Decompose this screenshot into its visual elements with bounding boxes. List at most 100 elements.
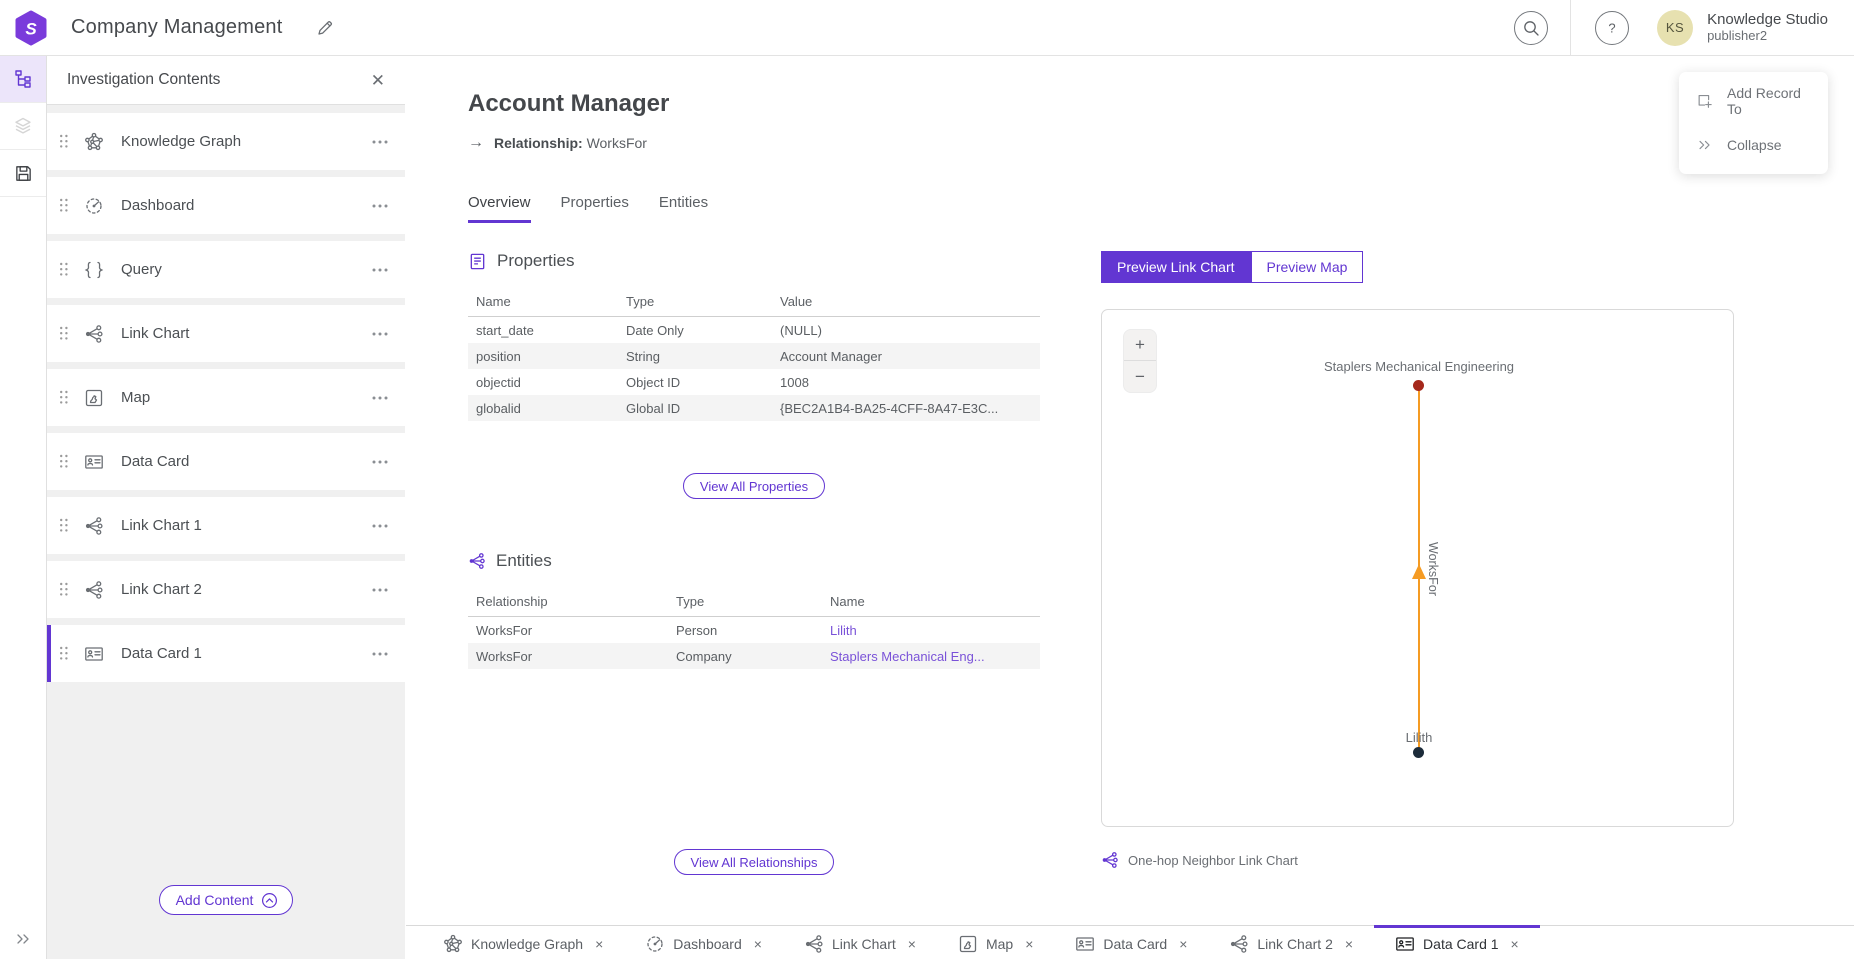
drag-handle-icon[interactable] [59, 582, 69, 597]
close-tab-icon[interactable]: × [908, 936, 916, 952]
drag-handle-icon[interactable] [59, 262, 69, 277]
header-actions: ? KS Knowledge Studio publisher2 [1514, 0, 1854, 55]
bottom-tab-data-card[interactable]: Data Card× [1054, 925, 1208, 959]
close-tab-icon[interactable]: × [595, 936, 603, 952]
tab-overview[interactable]: Overview [468, 194, 531, 223]
avatar[interactable]: KS [1657, 10, 1693, 46]
sidebar-item-link-chart[interactable]: Link Chart [47, 305, 405, 362]
toggle-preview-map[interactable]: Preview Map [1251, 251, 1364, 283]
menu-item-add-record-to[interactable]: Add Record To [1679, 79, 1828, 123]
sidebar-item-query[interactable]: Query [47, 241, 405, 298]
zoom-out-button[interactable]: − [1124, 361, 1156, 392]
page-title: Account Manager [468, 90, 1854, 118]
item-menu-icon[interactable] [369, 135, 391, 149]
properties-section-header: Properties [468, 251, 1048, 271]
drag-handle-icon[interactable] [59, 646, 69, 661]
entity-name-link[interactable]: Lilith [830, 623, 1032, 638]
menu-item-collapse[interactable]: Collapse [1679, 123, 1828, 167]
sidebar-item-label: Map [121, 389, 150, 406]
bottom-tab-label: Dashboard [673, 936, 742, 952]
search-button[interactable] [1514, 11, 1548, 45]
close-tab-icon[interactable]: × [1179, 936, 1187, 952]
view-all-properties-button[interactable]: View All Properties [683, 473, 825, 499]
sidebar-item-map[interactable]: Map [47, 369, 405, 426]
toggle-preview-link-chart[interactable]: Preview Link Chart [1101, 251, 1251, 283]
close-tab-icon[interactable]: × [1511, 936, 1519, 952]
bottom-tab-map[interactable]: Map× [937, 925, 1054, 959]
property-row[interactable]: start_dateDate Only(NULL) [468, 317, 1040, 343]
properties-table-header: NameTypeValue [468, 287, 1040, 317]
expand-rail-button[interactable] [0, 929, 46, 949]
chart-caption: One-hop Neighbor Link Chart [1101, 851, 1734, 869]
drag-handle-icon[interactable] [59, 518, 69, 533]
top-node[interactable] [1413, 380, 1424, 391]
rail-save[interactable] [0, 150, 46, 197]
bottom-node-label: Lilith [1219, 730, 1619, 745]
app-root: S Company Management ? KS Knowledge Stud… [0, 0, 1854, 959]
drag-handle-icon[interactable] [59, 198, 69, 213]
overview-left-column: Properties NameTypeValuestart_dateDate O… [468, 251, 1048, 875]
item-menu-icon[interactable] [369, 327, 391, 341]
close-sidebar-icon[interactable]: ✕ [371, 72, 385, 89]
bottom-tab-data-card-1[interactable]: Data Card 1× [1374, 925, 1540, 959]
hierarchy-icon [13, 69, 33, 89]
cell: start_date [476, 323, 626, 338]
rail-layers[interactable] [0, 103, 46, 150]
column-header: Value [780, 294, 1032, 309]
sidebar-item-label: Knowledge Graph [121, 133, 241, 150]
subtitle-label: Relationship: [494, 135, 583, 151]
chevron-up-circle-icon [261, 892, 278, 909]
item-menu-icon[interactable] [369, 519, 391, 533]
help-button[interactable]: ? [1595, 11, 1629, 45]
bottom-tab-dashboard[interactable]: Dashboard × [624, 925, 783, 959]
drag-handle-icon[interactable] [59, 390, 69, 405]
sidebar-item-data-card-1[interactable]: Data Card 1 [47, 625, 405, 682]
entity-name-link[interactable]: Staplers Mechanical Eng... [830, 649, 1032, 664]
svg-text:?: ? [1608, 20, 1615, 35]
item-menu-icon[interactable] [369, 647, 391, 661]
drag-handle-icon[interactable] [59, 326, 69, 341]
sidebar-item-knowledge-graph[interactable]: Knowledge Graph [47, 113, 405, 170]
edit-title-icon[interactable] [315, 18, 335, 38]
bottom-tab-link-chart[interactable]: Link Chart× [783, 925, 937, 959]
add-record-icon [1696, 91, 1714, 111]
cell: 1008 [780, 375, 1032, 390]
view-all-relationships-button[interactable]: View All Relationships [674, 849, 835, 875]
tab-properties[interactable]: Properties [561, 194, 629, 223]
entities-icon [468, 552, 486, 570]
rail-investigation-contents[interactable] [0, 56, 46, 103]
column-header: Name [830, 594, 1032, 609]
close-tab-icon[interactable]: × [1345, 936, 1353, 952]
left-rail [0, 56, 47, 959]
property-row[interactable]: globalidGlobal ID{BEC2A1B4-BA25-4CFF-8A4… [468, 395, 1040, 421]
property-row[interactable]: positionStringAccount Manager [468, 343, 1040, 369]
item-menu-icon[interactable] [369, 391, 391, 405]
item-menu-icon[interactable] [369, 455, 391, 469]
drag-handle-icon[interactable] [59, 134, 69, 149]
item-menu-icon[interactable] [369, 199, 391, 213]
save-icon [14, 164, 33, 183]
entity-row[interactable]: WorksForPersonLilith [468, 617, 1040, 643]
drag-handle-icon[interactable] [59, 454, 69, 469]
dashboard-icon [645, 934, 665, 954]
zoom-in-button[interactable]: + [1124, 330, 1156, 361]
item-menu-icon[interactable] [369, 583, 391, 597]
cell: String [626, 349, 780, 364]
sidebar-item-link-chart-2[interactable]: Link Chart 2 [47, 561, 405, 618]
column-header: Relationship [476, 594, 676, 609]
property-row[interactable]: objectidObject ID1008 [468, 369, 1040, 395]
header-divider [1570, 0, 1571, 56]
bottom-tab-knowledge-graph[interactable]: Knowledge Graph× [422, 925, 624, 959]
bottom-node[interactable] [1413, 747, 1424, 758]
bottom-tab-link-chart-2[interactable]: Link Chart 2× [1208, 925, 1374, 959]
add-content-button[interactable]: Add Content [159, 885, 294, 915]
entity-row[interactable]: WorksForCompanyStaplers Mechanical Eng..… [468, 643, 1040, 669]
close-tab-icon[interactable]: × [1025, 936, 1033, 952]
sidebar-item-dashboard[interactable]: Dashboard [47, 177, 405, 234]
sidebar-item-link-chart-1[interactable]: Link Chart 1 [47, 497, 405, 554]
close-tab-icon[interactable]: × [754, 936, 762, 952]
tab-entities[interactable]: Entities [659, 194, 708, 223]
link-chart-preview[interactable]: + − WorksFor Staplers Mechanical Enginee… [1101, 309, 1734, 827]
item-menu-icon[interactable] [369, 263, 391, 277]
sidebar-item-data-card[interactable]: Data Card [47, 433, 405, 490]
